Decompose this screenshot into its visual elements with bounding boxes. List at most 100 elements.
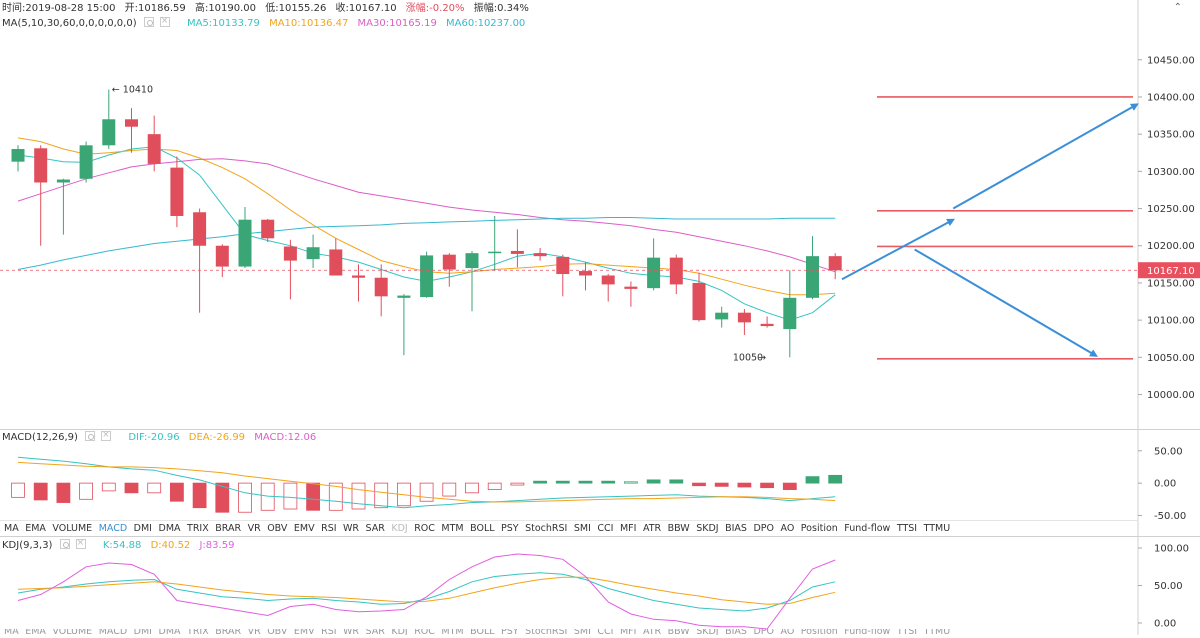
macd-bar: [737, 482, 752, 488]
tab-ma[interactable]: MA: [4, 523, 19, 534]
tab-skdj[interactable]: SKDJ: [696, 523, 718, 534]
candle-body: [11, 149, 25, 162]
tab2-ma[interactable]: MA: [4, 629, 19, 635]
tab-trix[interactable]: TRIX: [187, 523, 209, 534]
candle: [806, 236, 819, 300]
tab2-emv[interactable]: EMV: [294, 629, 315, 635]
tab-brar[interactable]: BRAR: [215, 523, 241, 534]
tab2-bias[interactable]: BIAS: [725, 629, 747, 635]
tab-dma[interactable]: DMA: [159, 523, 181, 534]
tab-smi[interactable]: SMI: [574, 523, 591, 534]
macd-bar: [374, 482, 389, 509]
tab-mtm[interactable]: MTM: [441, 523, 463, 534]
indicator-tabs-secondary: MA EMA VOLUME MACD DMI DMA TRIX BRAR VR OBV EMV RSI…: [4, 629, 957, 635]
macd-bar: [11, 482, 25, 498]
tab2-skdj[interactable]: SKDJ: [696, 629, 718, 635]
tab2-kdj[interactable]: KDJ: [391, 629, 407, 635]
tab-wr[interactable]: WR: [343, 523, 359, 534]
tab-bbw[interactable]: BBW: [668, 523, 690, 534]
tab-obv[interactable]: OBV: [267, 523, 287, 534]
macd-bar: [101, 482, 116, 492]
tab-dpo[interactable]: DPO: [753, 523, 774, 534]
macd-value: MACD:12.06: [254, 432, 317, 443]
settings-icon[interactable]: [143, 17, 154, 27]
kdj-settings-icon[interactable]: [59, 539, 70, 549]
tab2-vr[interactable]: VR: [248, 629, 261, 635]
close-label: 收:10167.10: [335, 3, 397, 14]
tab2-ao[interactable]: AO: [780, 629, 794, 635]
tab-rsi[interactable]: RSI: [321, 523, 336, 534]
tab2-wr[interactable]: WR: [343, 629, 359, 635]
tab2-brar[interactable]: BRAR: [215, 629, 241, 635]
ma-header: MA(5,10,30,60,0,0,0,0,0,0) MA5:10133.79 …: [2, 15, 531, 30]
ma5-value: MA5:10133.79: [186, 18, 260, 29]
tab-atr[interactable]: ATR: [643, 523, 661, 534]
tab2-stochrsi[interactable]: StochRSI: [525, 629, 567, 635]
tab2-psy[interactable]: PSY: [501, 629, 519, 635]
tab2-mtm[interactable]: MTM: [441, 629, 463, 635]
candle: [261, 218, 275, 243]
tab2-smi[interactable]: SMI: [574, 629, 591, 635]
tab-cci[interactable]: CCI: [597, 523, 613, 534]
tab2-mfi[interactable]: MFI: [620, 629, 636, 635]
change-text: 涨幅:-0.20%: [405, 3, 465, 14]
trend-arrow: [914, 248, 1098, 357]
macd-bar: [147, 482, 162, 494]
tab2-dpo[interactable]: DPO: [753, 629, 774, 635]
macd-bar: [533, 480, 547, 484]
tab2-rsi[interactable]: RSI: [321, 629, 336, 635]
tab-ttmu[interactable]: TTMU: [924, 523, 951, 534]
tab2-fund-flow[interactable]: Fund-flow: [844, 629, 890, 635]
tab2-obv[interactable]: OBV: [267, 629, 287, 635]
candle: [669, 254, 683, 295]
tab2-dma[interactable]: DMA: [159, 629, 181, 635]
tab2-position[interactable]: Position: [801, 629, 838, 635]
tab-mfi[interactable]: MFI: [620, 523, 636, 534]
tab2-macd[interactable]: MACD: [99, 629, 127, 635]
tab-fund-flow[interactable]: Fund-flow: [844, 523, 890, 534]
tab2-dmi[interactable]: DMI: [134, 629, 152, 635]
tab-position[interactable]: Position: [801, 523, 838, 534]
change-label: 涨幅:-0.20%: [406, 3, 465, 14]
tab-ttsi[interactable]: TTSI: [897, 523, 917, 534]
macd-bar: [238, 482, 252, 513]
tab2-volume[interactable]: VOLUME: [52, 629, 92, 635]
tab-dmi[interactable]: DMI: [134, 523, 152, 534]
tab2-sar[interactable]: SAR: [366, 629, 385, 635]
tab-ao[interactable]: AO: [780, 523, 794, 534]
close-icon[interactable]: [159, 15, 170, 27]
tab2-ema[interactable]: EMA: [25, 629, 46, 635]
tab-volume[interactable]: VOLUME: [52, 523, 92, 534]
macd-close-icon[interactable]: [101, 429, 112, 441]
tab-roc[interactable]: ROC: [414, 523, 435, 534]
tab2-ttsi[interactable]: TTSI: [897, 629, 917, 635]
tab-vr[interactable]: VR: [248, 523, 261, 534]
tab2-ttmu[interactable]: TTMU: [924, 629, 951, 635]
tab-sar[interactable]: SAR: [366, 523, 385, 534]
tab-emv[interactable]: EMV: [294, 523, 315, 534]
kdj-close-icon[interactable]: [75, 537, 86, 549]
tab2-cci[interactable]: CCI: [597, 629, 613, 635]
tab-psy[interactable]: PSY: [501, 523, 519, 534]
tab2-roc[interactable]: ROC: [414, 629, 435, 635]
tab-kdj[interactable]: KDJ: [391, 523, 407, 534]
tab-boll[interactable]: BOLL: [470, 523, 494, 534]
tab-bias[interactable]: BIAS: [725, 523, 747, 534]
tab2-boll[interactable]: BOLL: [470, 629, 494, 635]
kdj-y-tick-label: 0.00: [1154, 619, 1176, 630]
tab2-atr[interactable]: ATR: [643, 629, 661, 635]
tab2-trix[interactable]: TRIX: [187, 629, 209, 635]
candle: [737, 308, 751, 336]
collapse-icon[interactable]: ⌃: [1174, 2, 1182, 13]
macd-bar: [805, 476, 820, 484]
macd-settings-icon[interactable]: [85, 431, 96, 441]
y-tick-label: 10350.00: [1147, 130, 1195, 141]
tab-ema[interactable]: EMA: [25, 523, 46, 534]
candle-body: [34, 148, 48, 183]
tab-stochrsi[interactable]: StochRSI: [525, 523, 567, 534]
candle-body: [692, 282, 706, 321]
candle-body: [283, 246, 297, 261]
tab-macd[interactable]: MACD: [99, 523, 127, 534]
tab2-bbw[interactable]: BBW: [668, 629, 690, 635]
kdj-params-label: KDJ(9,3,3): [2, 540, 53, 551]
